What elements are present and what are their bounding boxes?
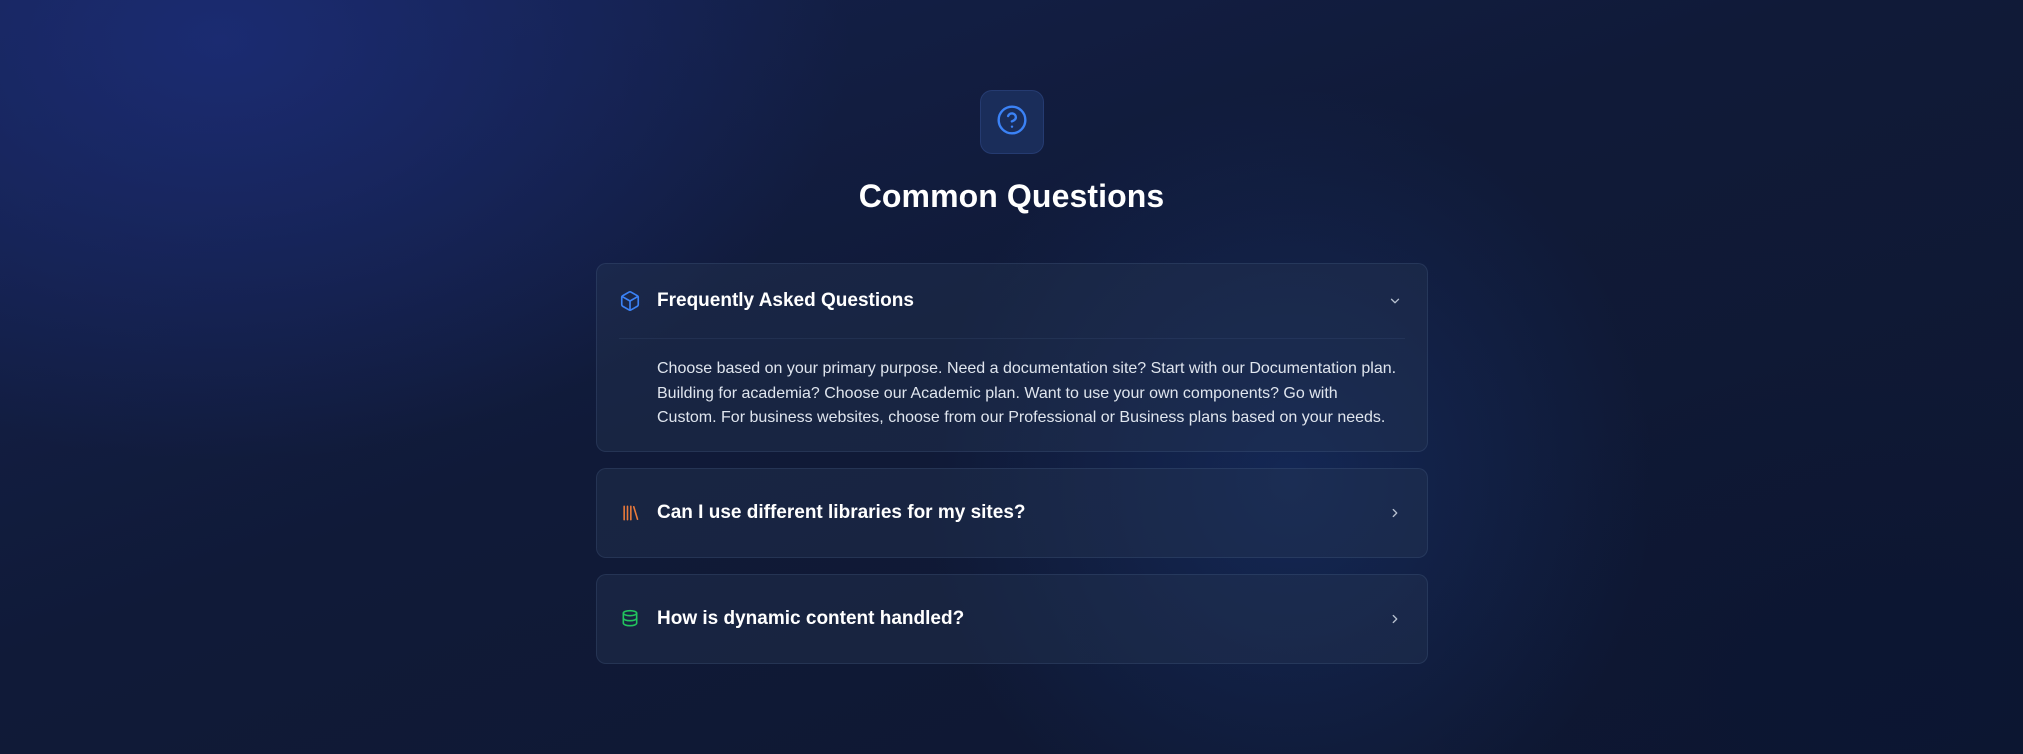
library-icon [619,502,641,524]
faq-item-header[interactable]: How is dynamic content handled? [597,575,1427,663]
faq-item: Can I use different libraries for my sit… [596,468,1428,558]
faq-page: Common Questions Frequently Asked Questi… [0,0,2023,754]
question-circle-icon [996,104,1028,141]
database-icon [619,608,641,630]
chevron-down-icon[interactable] [1387,293,1403,309]
faq-list: Frequently Asked Questions Choose based … [596,263,1428,680]
faq-question: Frequently Asked Questions [657,290,914,311]
hero-icon-container [980,90,1044,154]
faq-item: Frequently Asked Questions Choose based … [596,263,1428,452]
faq-item-header[interactable]: Can I use different libraries for my sit… [597,469,1427,557]
faq-answer: Choose based on your primary purpose. Ne… [657,360,1397,426]
faq-item-header[interactable]: Frequently Asked Questions [597,264,1427,338]
faq-item: How is dynamic content handled? [596,574,1428,664]
cube-icon [619,290,641,312]
chevron-right-icon[interactable] [1387,611,1403,627]
faq-question: How is dynamic content handled? [657,608,965,629]
page-title: Common Questions [858,178,1165,214]
chevron-right-icon[interactable] [1387,505,1403,521]
faq-question: Can I use different libraries for my sit… [657,502,1026,523]
